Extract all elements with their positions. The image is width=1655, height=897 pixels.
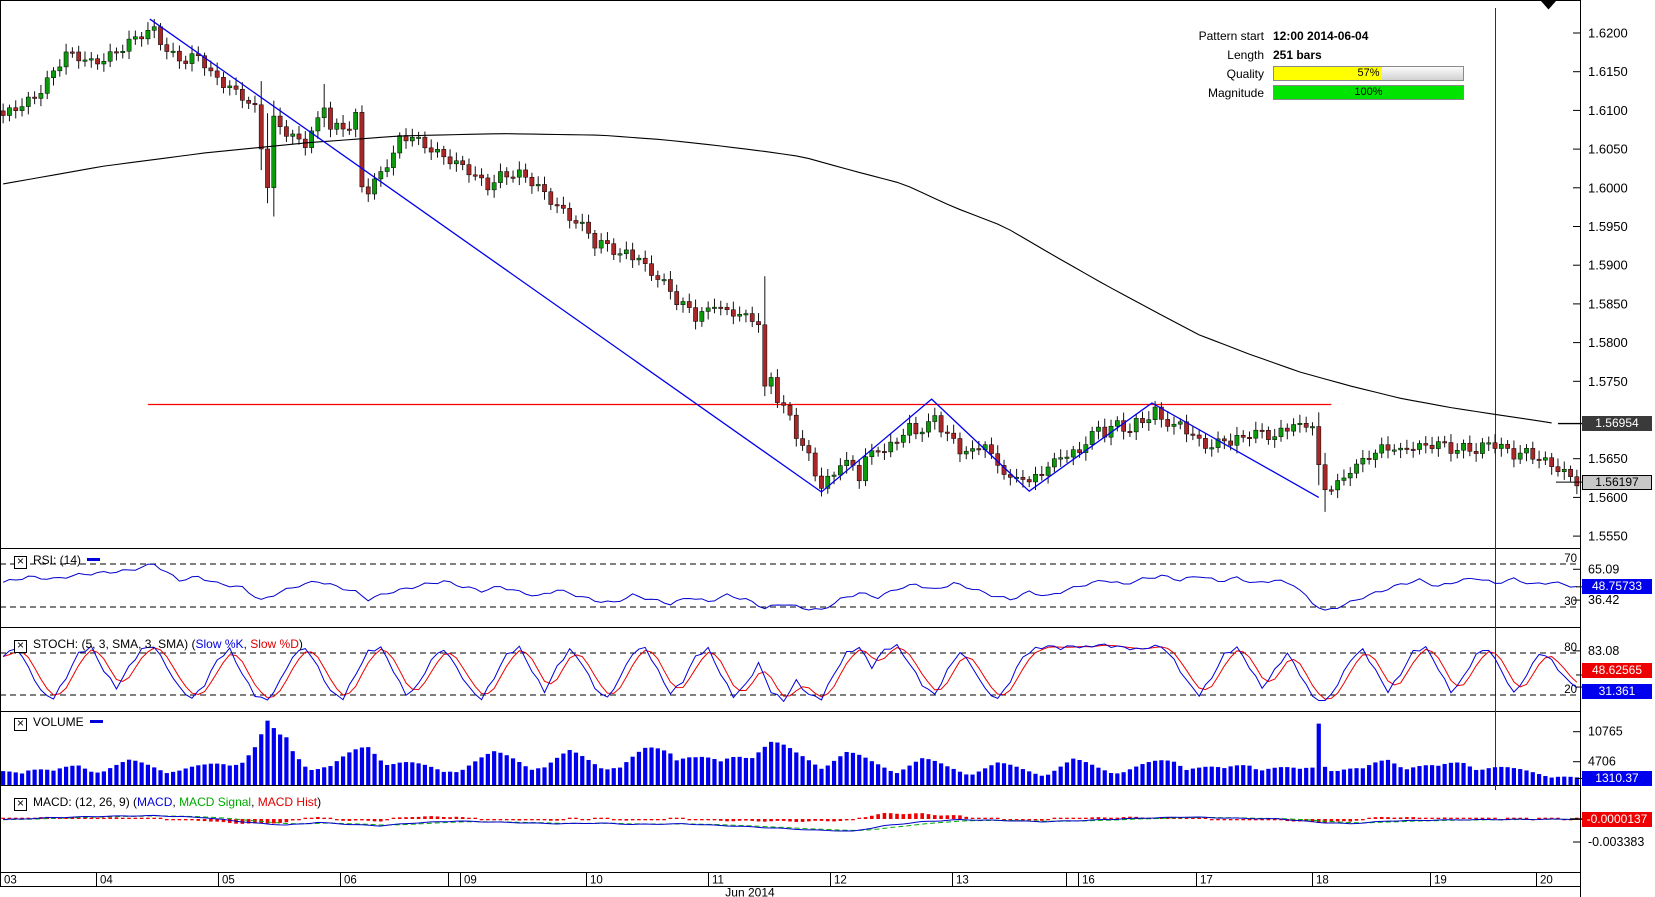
macd-line (3, 815, 1577, 831)
volume-label-row: VOLUME (14, 715, 103, 731)
last-price-badge: 1.56197 (1582, 475, 1652, 490)
macd-value-badge: -0.0000137 (1582, 812, 1652, 827)
pattern-info-box: Pattern start 12:00 2014-06-04 Length 25… (1178, 26, 1463, 102)
stoch-slow-k-badge: 31.361 (1582, 684, 1652, 699)
svg-text:83.08: 83.08 (1588, 644, 1619, 658)
pattern-start-value: 12:00 2014-06-04 (1273, 29, 1368, 43)
macd-legend-sep2: , (251, 795, 258, 809)
stoch-legend-slow-k: Slow %K (196, 637, 244, 651)
svg-text:04: 04 (100, 875, 113, 887)
svg-text:18: 18 (1316, 875, 1329, 887)
sma-value-badge: 1.56954 (1582, 416, 1652, 431)
rsi-panel: 70 30 65.09 36.42 (0, 553, 1619, 610)
rsi-value-badge: 48.75733 (1582, 579, 1652, 594)
macd-legend-macd: MACD (137, 795, 172, 809)
svg-text:10: 10 (590, 875, 603, 887)
stoch-slow-d-badge: 48.62565 (1582, 663, 1652, 678)
svg-text:06: 06 (344, 875, 357, 887)
rsi-label: RSI: (14) (33, 553, 81, 567)
pattern-length-value: 251 bars (1273, 48, 1322, 62)
stoch-legend-close: ) (299, 637, 303, 651)
svg-text:1.6150: 1.6150 (1588, 64, 1628, 79)
svg-text:09: 09 (464, 875, 477, 887)
pattern-quality-label: Quality (1178, 67, 1273, 81)
trading-chart-window: 1.6200 1.6150 1.6100 1.6050 1.6000 1.5950 1.59… (0, 0, 1655, 897)
svg-text:65.09: 65.09 (1588, 562, 1619, 576)
svg-text:13: 13 (956, 875, 969, 887)
stoch-label: STOCH: (5, 3, SMA, 3, SMA) (33, 637, 188, 651)
rsi-line-legend (87, 558, 100, 561)
svg-text:1.5900: 1.5900 (1588, 258, 1628, 273)
svg-text:11: 11 (712, 875, 724, 887)
rsi-label-row: RSI: (14) (14, 553, 100, 569)
svg-text:1.5950: 1.5950 (1588, 219, 1628, 234)
volume-toggle-checkbox[interactable] (14, 718, 27, 731)
svg-text:1.5550: 1.5550 (1588, 529, 1628, 544)
current-bar-marker-icon (1541, 1, 1556, 10)
svg-text:1.6050: 1.6050 (1588, 142, 1628, 157)
svg-text:4706: 4706 (1588, 755, 1616, 769)
svg-text:-0.003383: -0.003383 (1588, 835, 1644, 849)
stoch-toggle-checkbox[interactable] (14, 640, 27, 653)
svg-text:1.6000: 1.6000 (1588, 180, 1628, 195)
svg-text:20: 20 (1540, 875, 1553, 887)
svg-text:1.5650: 1.5650 (1588, 451, 1628, 466)
svg-text:1.5600: 1.5600 (1588, 490, 1628, 505)
pattern-start-row: Pattern start 12:00 2014-06-04 (1178, 26, 1463, 45)
rsi-toggle-checkbox[interactable] (14, 556, 27, 569)
svg-text:19: 19 (1434, 875, 1447, 887)
svg-text:36.42: 36.42 (1588, 593, 1619, 607)
svg-text:17: 17 (1200, 875, 1213, 887)
pattern-magnitude-row: Magnitude 100% (1178, 83, 1463, 102)
volume-bars: 10765 4706 (1, 721, 1623, 785)
svg-text:10765: 10765 (1588, 725, 1623, 739)
volume-value-badge: 1310.37 (1582, 771, 1652, 786)
volume-label: VOLUME (33, 715, 84, 729)
svg-text:1.5850: 1.5850 (1588, 296, 1628, 311)
volume-line-legend (90, 720, 103, 723)
pattern-length-row: Length 251 bars (1178, 45, 1463, 64)
svg-text:30: 30 (1564, 596, 1577, 608)
stoch-label-row: STOCH: (5, 3, SMA, 3, SMA) (Slow %K, Slo… (14, 637, 303, 653)
magnitude-progress-bar: 100% (1273, 85, 1464, 100)
macd-legend-close: ) (317, 795, 321, 809)
quality-percent-text: 57% (1274, 67, 1463, 80)
quality-progress-bar: 57% (1273, 66, 1464, 81)
pattern-length-label: Length (1178, 48, 1273, 62)
stoch-legend-slow-d: Slow %D (250, 637, 299, 651)
pattern-start-label: Pattern start (1178, 29, 1273, 43)
svg-text:1.6200: 1.6200 (1588, 26, 1628, 41)
svg-text:03: 03 (4, 875, 17, 887)
magnitude-percent-text: 100% (1274, 86, 1463, 99)
macd-toggle-checkbox[interactable] (14, 798, 27, 811)
macd-legend-signal: MACD Signal (179, 795, 251, 809)
svg-text:1.5800: 1.5800 (1588, 335, 1628, 350)
macd-legend-open: ( (130, 795, 137, 809)
svg-text:70: 70 (1564, 553, 1577, 565)
pattern-magnitude-label: Magnitude (1178, 86, 1273, 100)
price-axis: 1.6200 1.6150 1.6100 1.6050 1.6000 1.5950 1.59… (1573, 26, 1628, 544)
stoch-legend-open: ( (188, 637, 195, 651)
month-label: Jun 2014 (725, 886, 775, 897)
macd-legend-hist: MACD Hist (258, 795, 317, 809)
svg-text:05: 05 (222, 875, 235, 887)
sma-line (3, 134, 1582, 482)
macd-panel: -0.003383 (1, 813, 1644, 849)
rsi-line (3, 564, 1577, 610)
svg-text:1.6100: 1.6100 (1588, 103, 1628, 118)
svg-text:16: 16 (1082, 875, 1095, 887)
chart-canvas[interactable]: 1.6200 1.6150 1.6100 1.6050 1.6000 1.5950 1.59… (0, 0, 1655, 897)
time-axis: 03 04 05 06 09 10 11 12 13 16 17 18 19 20 Jun 2014 (1, 873, 1553, 897)
svg-text:1.5750: 1.5750 (1588, 374, 1628, 389)
pattern-quality-row: Quality 57% (1178, 64, 1463, 83)
pattern-zigzag (150, 19, 1319, 497)
macd-label: MACD: (12, 26, 9) (33, 795, 130, 809)
svg-text:80: 80 (1564, 642, 1577, 654)
svg-text:12: 12 (834, 875, 847, 887)
macd-label-row: MACD: (12, 26, 9) (MACD, MACD Signal, MA… (14, 795, 321, 811)
